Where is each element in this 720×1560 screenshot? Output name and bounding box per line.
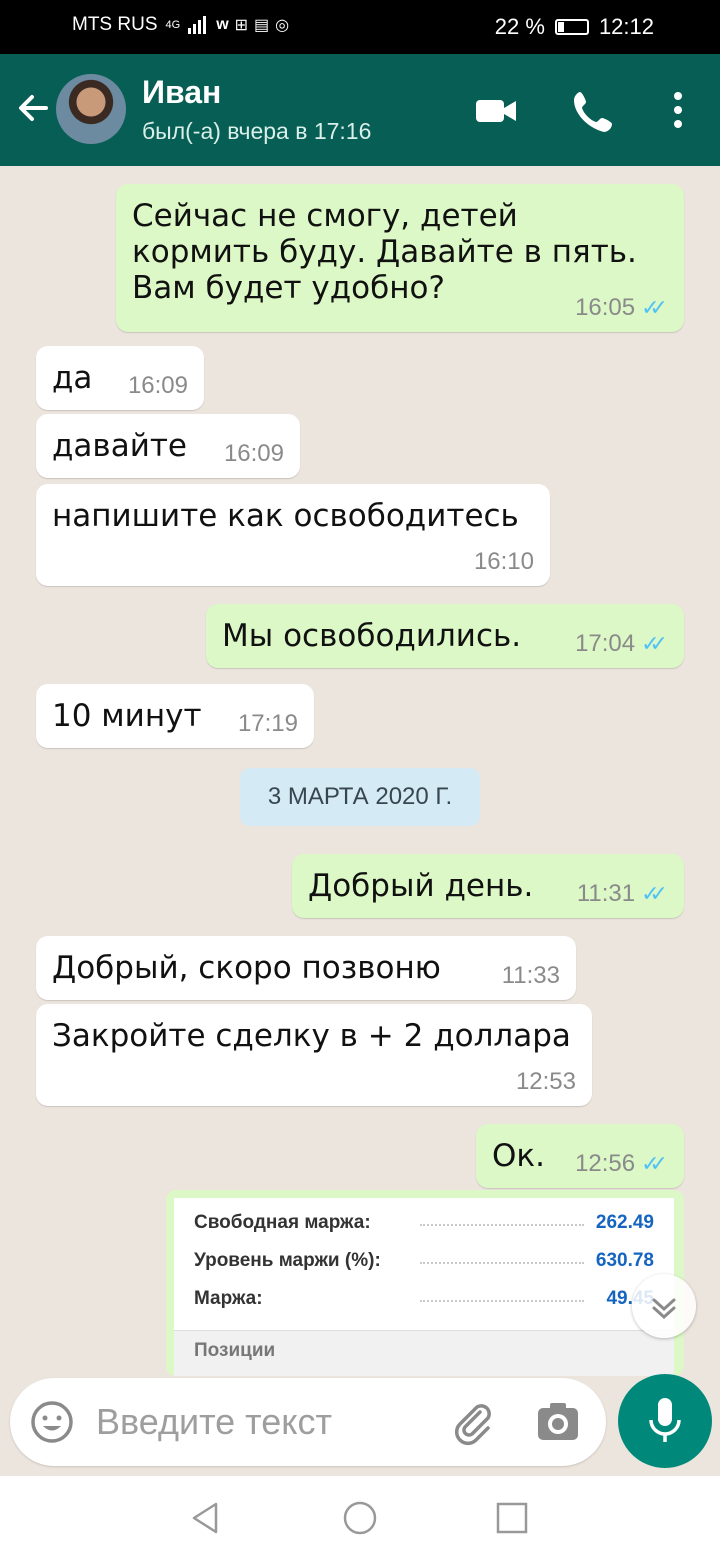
system-nav-bar bbox=[0, 1476, 720, 1560]
message-time: 16:05 bbox=[575, 294, 636, 321]
instagram-icon: ◎ bbox=[275, 17, 290, 34]
message-time: 12:53 bbox=[515, 1068, 576, 1095]
nav-home-icon[interactable] bbox=[342, 1500, 378, 1536]
image-row: Маржа: 49.45 bbox=[194, 1288, 664, 1310]
message-bubble-in[interactable]: 10 минут 17:19 bbox=[36, 684, 314, 748]
row-dots bbox=[420, 1224, 584, 1226]
battery-fill bbox=[557, 22, 565, 32]
message-time: 16:09 bbox=[127, 372, 188, 399]
chat-header: Иван был(-а) вчера в 17:16 bbox=[0, 54, 720, 166]
image-row: Уровень маржи (%): 630.78 bbox=[194, 1250, 664, 1272]
chat-area: Сейчас не смогу, детей кормить буду. Дав… bbox=[0, 166, 720, 1376]
status-left: MTS RUS 4G w ⊞ ▤ ◎ bbox=[72, 14, 289, 36]
w-app-icon: w bbox=[216, 16, 229, 33]
message-meta: 16:05 ✓✓ bbox=[575, 290, 668, 326]
message-bubble-out[interactable]: Сейчас не смогу, детей кормить буду. Дав… bbox=[116, 184, 684, 332]
row-label: Свободная маржа: bbox=[194, 1212, 371, 1233]
mic-button[interactable] bbox=[618, 1374, 712, 1468]
row-dots bbox=[420, 1262, 584, 1264]
voice-call-icon[interactable] bbox=[568, 86, 616, 134]
read-ticks-icon: ✓✓ bbox=[641, 881, 668, 906]
message-time: 11:33 bbox=[501, 962, 560, 989]
more-vert-icon[interactable] bbox=[654, 86, 702, 134]
status-right: 22 % 12:12 bbox=[495, 14, 654, 40]
message-meta: 17:04 ✓✓ bbox=[575, 626, 668, 662]
double-chevron-down-icon bbox=[652, 1298, 676, 1320]
message-bubble-out[interactable]: Ок. 12:56 ✓✓ bbox=[476, 1124, 684, 1188]
clock: 12:12 bbox=[598, 14, 654, 39]
video-call-icon[interactable] bbox=[472, 86, 520, 134]
row-value: 630.78 bbox=[595, 1250, 654, 1271]
message-meta: 12:56 ✓✓ bbox=[575, 1146, 668, 1182]
back-arrow-icon[interactable] bbox=[12, 88, 52, 128]
carrier-label: MTS RUS bbox=[72, 14, 158, 35]
message-time: 17:04 bbox=[575, 630, 636, 657]
read-ticks-icon: ✓✓ bbox=[641, 631, 668, 656]
message-input[interactable] bbox=[96, 1392, 426, 1452]
image-row: Свободная маржа: 262.49 bbox=[194, 1212, 664, 1234]
emoji-icon[interactable] bbox=[30, 1400, 74, 1444]
row-dots bbox=[420, 1300, 584, 1302]
network-label: 4G bbox=[165, 19, 181, 31]
row-value: 262.49 bbox=[595, 1212, 654, 1233]
message-bubble-in[interactable]: да 16:09 bbox=[36, 346, 204, 410]
message-time: 16:09 bbox=[223, 440, 284, 467]
read-ticks-icon: ✓✓ bbox=[641, 295, 668, 320]
message-bubble-out[interactable]: Мы освободились. 17:04 ✓✓ bbox=[206, 604, 684, 668]
status-bar: MTS RUS 4G w ⊞ ▤ ◎ 22 % 12:12 bbox=[0, 0, 720, 54]
message-bubble-in[interactable]: давайте 16:09 bbox=[36, 414, 300, 478]
message-composer bbox=[10, 1378, 606, 1466]
message-bubble-in[interactable]: Добрый, скоро позвоню 11:33 bbox=[36, 936, 576, 1000]
positions-header: Позиции bbox=[174, 1330, 674, 1376]
attach-icon[interactable] bbox=[448, 1398, 496, 1446]
mic-icon bbox=[649, 1398, 681, 1442]
news-icon: ▤ bbox=[254, 17, 270, 34]
message-time: 16:10 bbox=[473, 548, 534, 575]
nav-back-icon[interactable] bbox=[188, 1500, 224, 1536]
message-text: Закройте сделку в + 2 доллара bbox=[52, 1018, 571, 1054]
contact-name[interactable]: Иван bbox=[142, 74, 221, 111]
message-time: 12:56 bbox=[575, 1150, 636, 1177]
app-icon: ⊞ bbox=[234, 17, 249, 34]
signal-icons: w ⊞ ▤ ◎ bbox=[188, 15, 289, 35]
battery-percent: 22 % bbox=[494, 14, 545, 39]
message-time: 17:19 bbox=[237, 710, 298, 737]
image-screenshot: Свободная маржа: 262.49 Уровень маржи (%… bbox=[174, 1198, 674, 1376]
message-text: Сейчас не смогу, детей кормить буду. Дав… bbox=[132, 198, 637, 306]
message-text: напишите как освободитесь bbox=[52, 498, 519, 534]
message-time: 11:31 bbox=[576, 880, 636, 907]
scroll-down-button[interactable] bbox=[632, 1274, 696, 1338]
row-label: Уровень маржи (%): bbox=[194, 1250, 381, 1271]
message-bubble-in[interactable]: Закройте сделку в + 2 доллара 12:53 bbox=[36, 1004, 592, 1106]
message-text: Добрый, скоро позвоню bbox=[52, 950, 441, 986]
nav-recents-icon[interactable] bbox=[494, 1500, 530, 1536]
message-bubble-out[interactable]: Добрый день. 11:31 ✓✓ bbox=[292, 854, 684, 918]
read-ticks-icon: ✓✓ bbox=[641, 1151, 668, 1176]
battery-icon bbox=[554, 19, 589, 35]
date-divider: 3 МАРТА 2020 Г. bbox=[240, 768, 480, 826]
signal-icon bbox=[188, 16, 207, 34]
message-meta: 11:31 ✓✓ bbox=[577, 876, 668, 912]
last-seen: был(-а) вчера в 17:16 bbox=[142, 118, 372, 144]
message-bubble-in[interactable]: напишите как освободитесь 16:10 bbox=[36, 484, 550, 586]
row-label: Маржа: bbox=[194, 1288, 263, 1309]
camera-icon[interactable] bbox=[536, 1400, 580, 1444]
image-message[interactable]: Свободная маржа: 262.49 Уровень маржи (%… bbox=[166, 1190, 684, 1376]
avatar[interactable] bbox=[56, 74, 126, 144]
